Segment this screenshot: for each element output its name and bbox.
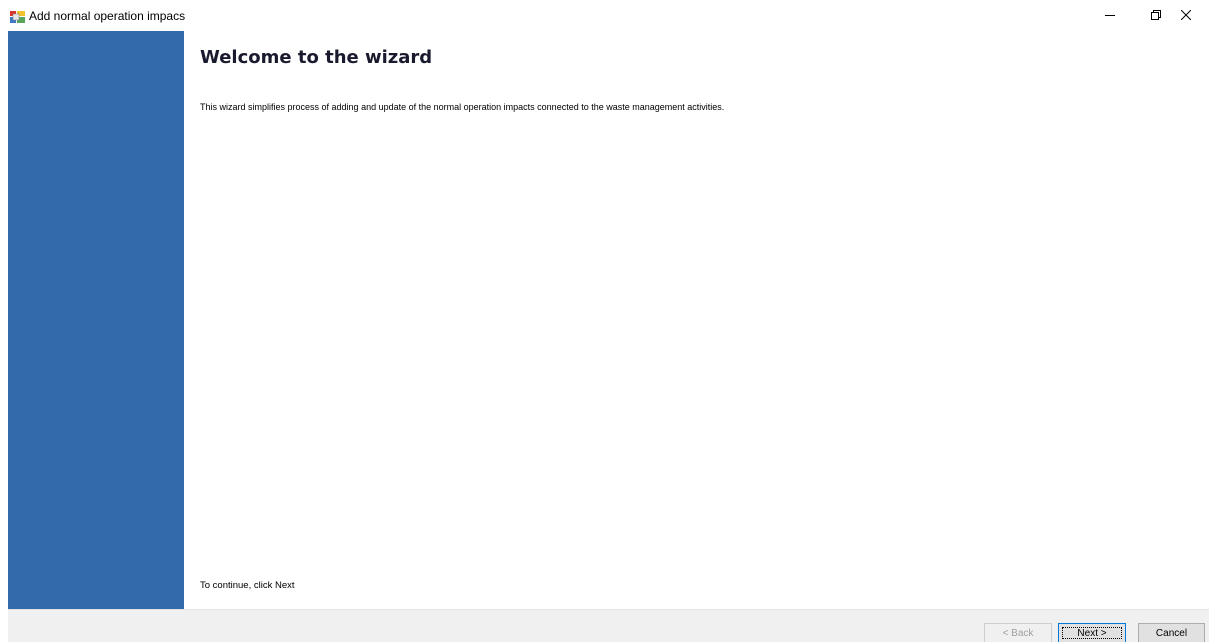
focus-ring (1062, 627, 1122, 639)
back-button-label: < Back (1002, 627, 1034, 639)
cancel-button-label: Cancel (1155, 627, 1188, 639)
minimize-button[interactable] (1087, 0, 1133, 31)
close-icon (1180, 7, 1192, 25)
close-button[interactable] (1163, 0, 1209, 31)
cancel-button[interactable]: Cancel (1138, 623, 1205, 642)
title-bar[interactable]: Add normal operation impacs (0, 0, 1209, 31)
wizard-window: Add normal operation impacs Welcome to t… (0, 0, 1209, 642)
wizard-description: This wizard simplifies process of adding… (200, 102, 725, 112)
continue-hint: To continue, click Next (200, 580, 295, 591)
back-button[interactable]: < Back (984, 623, 1052, 642)
restore-icon (1151, 7, 1161, 25)
page-title: Welcome to the wizard (200, 47, 433, 68)
next-button[interactable]: Next > (1058, 623, 1126, 642)
wizard-side-banner (8, 31, 184, 609)
wizard-footer: < Back Next > Cancel (8, 609, 1209, 642)
app-window-icon (10, 10, 25, 24)
minimize-icon (1105, 7, 1115, 25)
wizard-content: Welcome to the wizard This wizard simpli… (184, 31, 1209, 609)
window-title: Add normal operation impacs (29, 9, 186, 23)
